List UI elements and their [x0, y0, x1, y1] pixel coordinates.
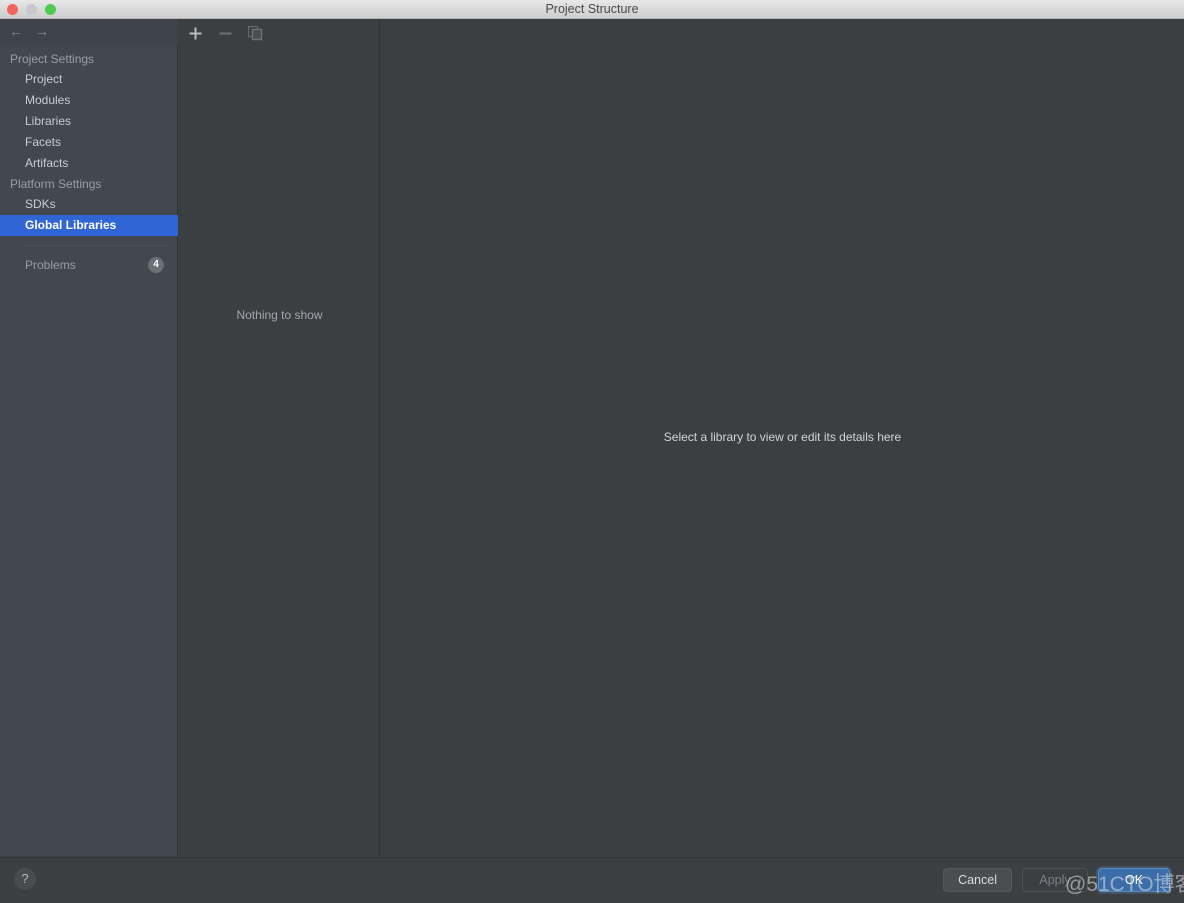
project-structure-dialog: Project Structure ← → Project Settings P… — [0, 0, 1184, 903]
window-title: Project Structure — [545, 2, 639, 16]
sidebar-item-global-libraries[interactable]: Global Libraries — [0, 215, 178, 236]
sidebar-item-libraries[interactable]: Libraries — [0, 111, 178, 132]
sidebar-item-problems-label: Problems — [25, 258, 76, 272]
sidebar-item-modules[interactable]: Modules — [0, 90, 178, 111]
minus-icon — [219, 32, 231, 34]
dialog-action-buttons: Cancel Apply OK — [943, 868, 1170, 892]
remove-library-button[interactable] — [215, 23, 235, 43]
sidebar-group-project-settings: Project Settings — [10, 52, 95, 66]
sidebar-item-project[interactable]: Project — [0, 69, 178, 90]
library-details-panel: Select a library to view or edit its det… — [381, 19, 1184, 856]
help-button[interactable]: ? — [14, 868, 36, 890]
sidebar-nav-bar: ← → — [0, 19, 178, 45]
copy-icon — [247, 25, 262, 40]
sidebar-divider — [24, 245, 168, 246]
library-details-hint: Select a library to view or edit its det… — [663, 430, 902, 444]
sidebar-item-problems[interactable]: Problems 4 — [0, 254, 178, 276]
libraries-empty-message: Nothing to show — [236, 308, 323, 322]
problems-count-badge: 4 — [148, 257, 164, 273]
sidebar-group-platform-settings: Platform Settings — [10, 177, 102, 191]
forward-arrow-icon[interactable]: → — [34, 23, 50, 40]
libraries-toolbar — [179, 19, 380, 47]
settings-sidebar: ← → Project Settings Project Modules Lib… — [0, 19, 178, 856]
add-library-button[interactable] — [185, 23, 205, 43]
apply-button[interactable]: Apply — [1022, 868, 1088, 892]
window-titlebar: Project Structure — [0, 0, 1184, 19]
libraries-list-panel: Nothing to show — [179, 19, 380, 856]
plus-icon — [189, 27, 201, 39]
cancel-button[interactable]: Cancel — [943, 868, 1012, 892]
back-arrow-icon[interactable]: ← — [8, 23, 24, 40]
history-navigation: ← → — [8, 23, 50, 40]
sidebar-item-artifacts[interactable]: Artifacts — [0, 153, 178, 174]
sidebar-item-facets[interactable]: Facets — [0, 132, 178, 153]
ok-button[interactable]: OK — [1098, 868, 1170, 892]
duplicate-library-button[interactable] — [245, 23, 265, 43]
sidebar-list: Project Settings Project Modules Librari… — [0, 49, 178, 276]
sidebar-item-sdks[interactable]: SDKs — [0, 194, 178, 215]
dialog-footer: ? Cancel Apply OK — [0, 857, 1184, 903]
